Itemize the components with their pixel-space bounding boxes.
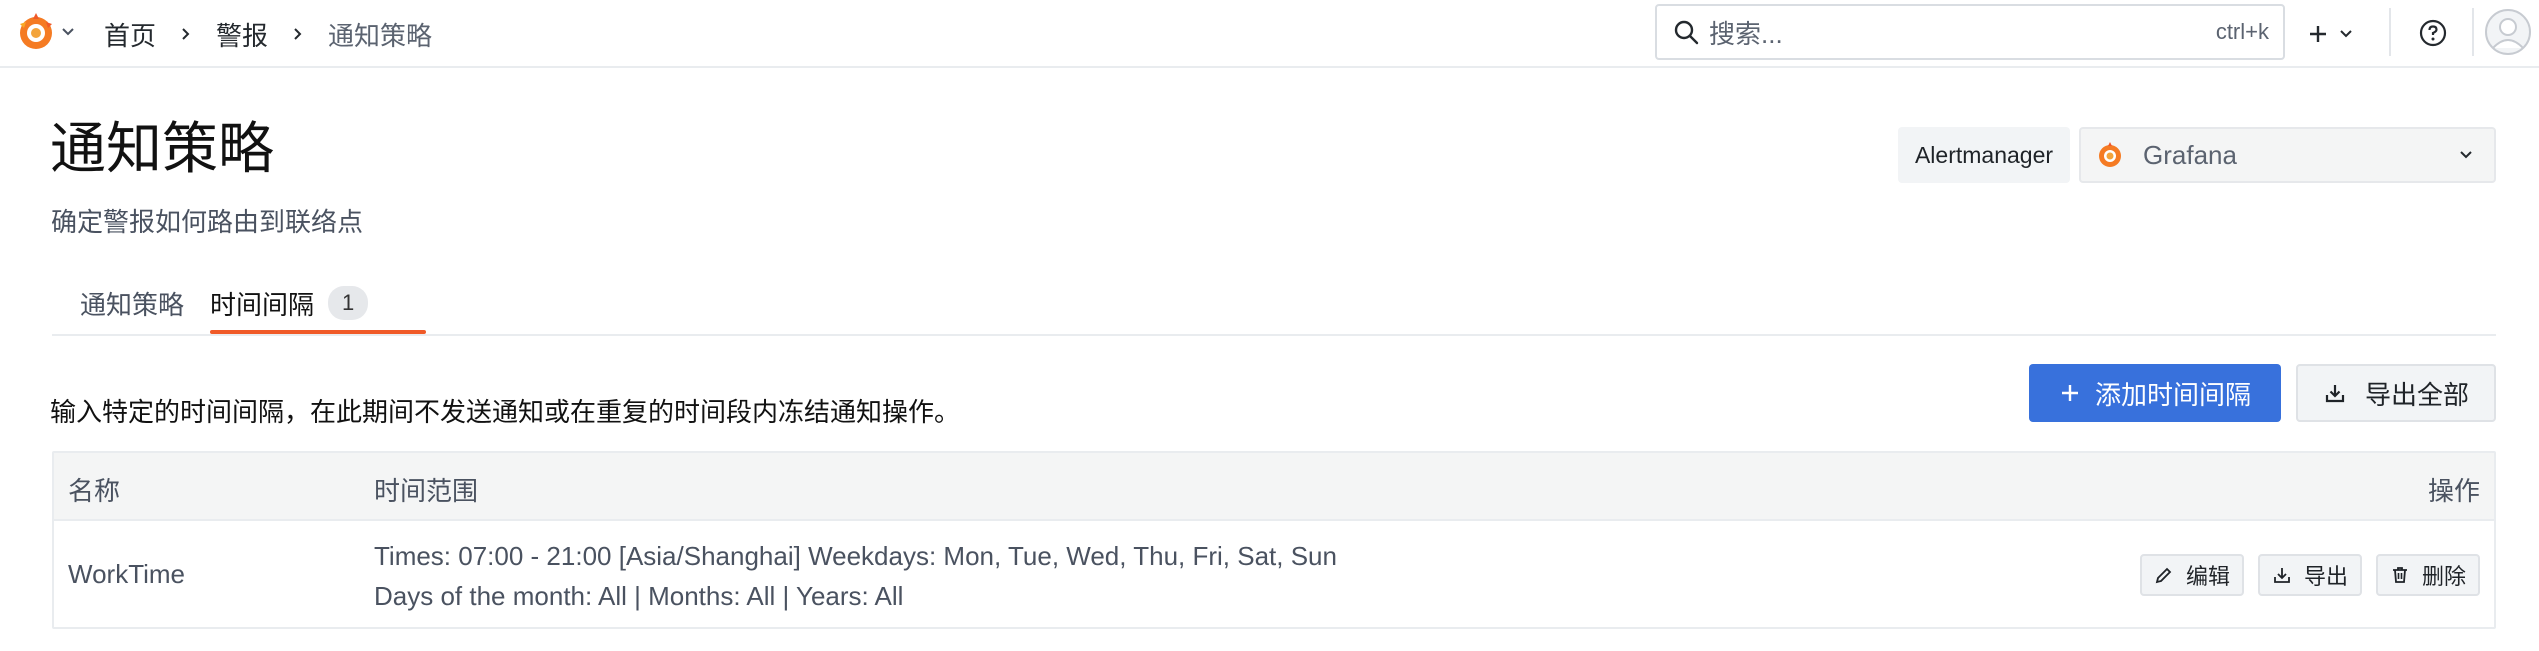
breadcrumb-alerting[interactable]: 警报	[216, 16, 268, 53]
active-tab-indicator	[210, 330, 426, 334]
edit-label: 编辑	[2185, 564, 2230, 589]
row-actions: 编辑 导出 删除	[2139, 554, 2480, 596]
table-row: WorkTime Times: 07:00 - 21:00 [Asia/Shan…	[54, 521, 2494, 629]
alertmanager-select[interactable]: Grafana	[2079, 127, 2496, 183]
chevron-right-icon	[178, 26, 194, 42]
column-header-time-range: 时间范围	[374, 476, 479, 506]
time-range-line: Times: 07:00 - 21:00 [Asia/Shanghai] Wee…	[374, 541, 1337, 571]
page-subtitle: 确定警报如何路由到联络点	[51, 207, 364, 237]
export-all-label: 导出全部	[2364, 379, 2469, 410]
top-navbar: 首页 警报 通知策略 搜索... ctrl+k	[0, 0, 2539, 68]
user-avatar-icon[interactable]	[2484, 8, 2532, 56]
tab-bar: 通知策略 时间间隔 1	[52, 270, 2496, 336]
plus-icon	[2306, 22, 2330, 46]
edit-button[interactable]: 编辑	[2139, 554, 2244, 596]
tab-notification-policies[interactable]: 通知策略	[80, 270, 184, 336]
plus-icon	[2059, 382, 2081, 404]
search-placeholder: 搜索...	[1709, 18, 1783, 49]
tab-label: 时间间隔	[210, 289, 315, 320]
chevron-down-icon	[2338, 26, 2354, 42]
column-header-name: 名称	[68, 476, 121, 506]
section-description: 输入特定的时间间隔，在此期间不发送通知或在重复的时间段内冻结通知操作。	[50, 397, 961, 427]
chevron-right-icon	[290, 26, 306, 42]
add-time-interval-button[interactable]: 添加时间间隔	[2029, 364, 2281, 422]
interval-time-range: Times: 07:00 - 21:00 [Asia/Shanghai] Wee…	[374, 536, 1337, 616]
search-shortcut: ctrl+k	[2215, 19, 2269, 44]
breadcrumb-home[interactable]: 首页	[104, 16, 156, 53]
alertmanager-label: Alertmanager	[1898, 127, 2070, 183]
download-icon	[2323, 381, 2347, 405]
export-button[interactable]: 导出	[2257, 554, 2362, 596]
chevron-down-icon[interactable]	[60, 24, 76, 40]
delete-button[interactable]: 删除	[2375, 554, 2480, 596]
grafana-logo-icon[interactable]	[14, 10, 58, 54]
divider	[2472, 8, 2474, 56]
search-input[interactable]: 搜索... ctrl+k	[1655, 4, 2285, 60]
search-icon	[1671, 17, 1701, 47]
time-range-line: Days of the month: All | Months: All | Y…	[374, 581, 904, 611]
tab-count-badge: 1	[328, 286, 369, 320]
trash-icon	[2390, 565, 2410, 585]
export-all-button[interactable]: 导出全部	[2296, 364, 2496, 422]
new-menu-button[interactable]	[2306, 14, 2374, 54]
grafana-logo-icon	[2095, 140, 2125, 170]
add-button-label: 添加时间间隔	[2094, 379, 2251, 410]
tab-label: 通知策略	[80, 289, 185, 320]
alertmanager-selected-value: Grafana	[2143, 139, 2237, 170]
export-label: 导出	[2303, 564, 2348, 589]
delete-label: 删除	[2421, 564, 2466, 589]
breadcrumb-current: 通知策略	[328, 20, 433, 51]
download-icon	[2272, 565, 2292, 585]
interval-name: WorkTime	[68, 559, 185, 589]
page-title: 通知策略	[50, 117, 274, 180]
time-intervals-table: 名称 时间范围 操作 WorkTime Times: 07:00 - 21:00…	[52, 451, 2496, 629]
help-icon[interactable]	[2413, 13, 2453, 53]
chevron-down-icon	[2456, 145, 2476, 165]
table-header: 名称 时间范围 操作	[54, 453, 2494, 521]
edit-icon	[2154, 565, 2174, 585]
column-header-actions: 操作	[2427, 476, 2480, 506]
divider	[2389, 8, 2391, 56]
tab-time-intervals[interactable]: 时间间隔 1	[210, 270, 369, 336]
breadcrumb: 首页 警报 通知策略	[104, 14, 432, 54]
